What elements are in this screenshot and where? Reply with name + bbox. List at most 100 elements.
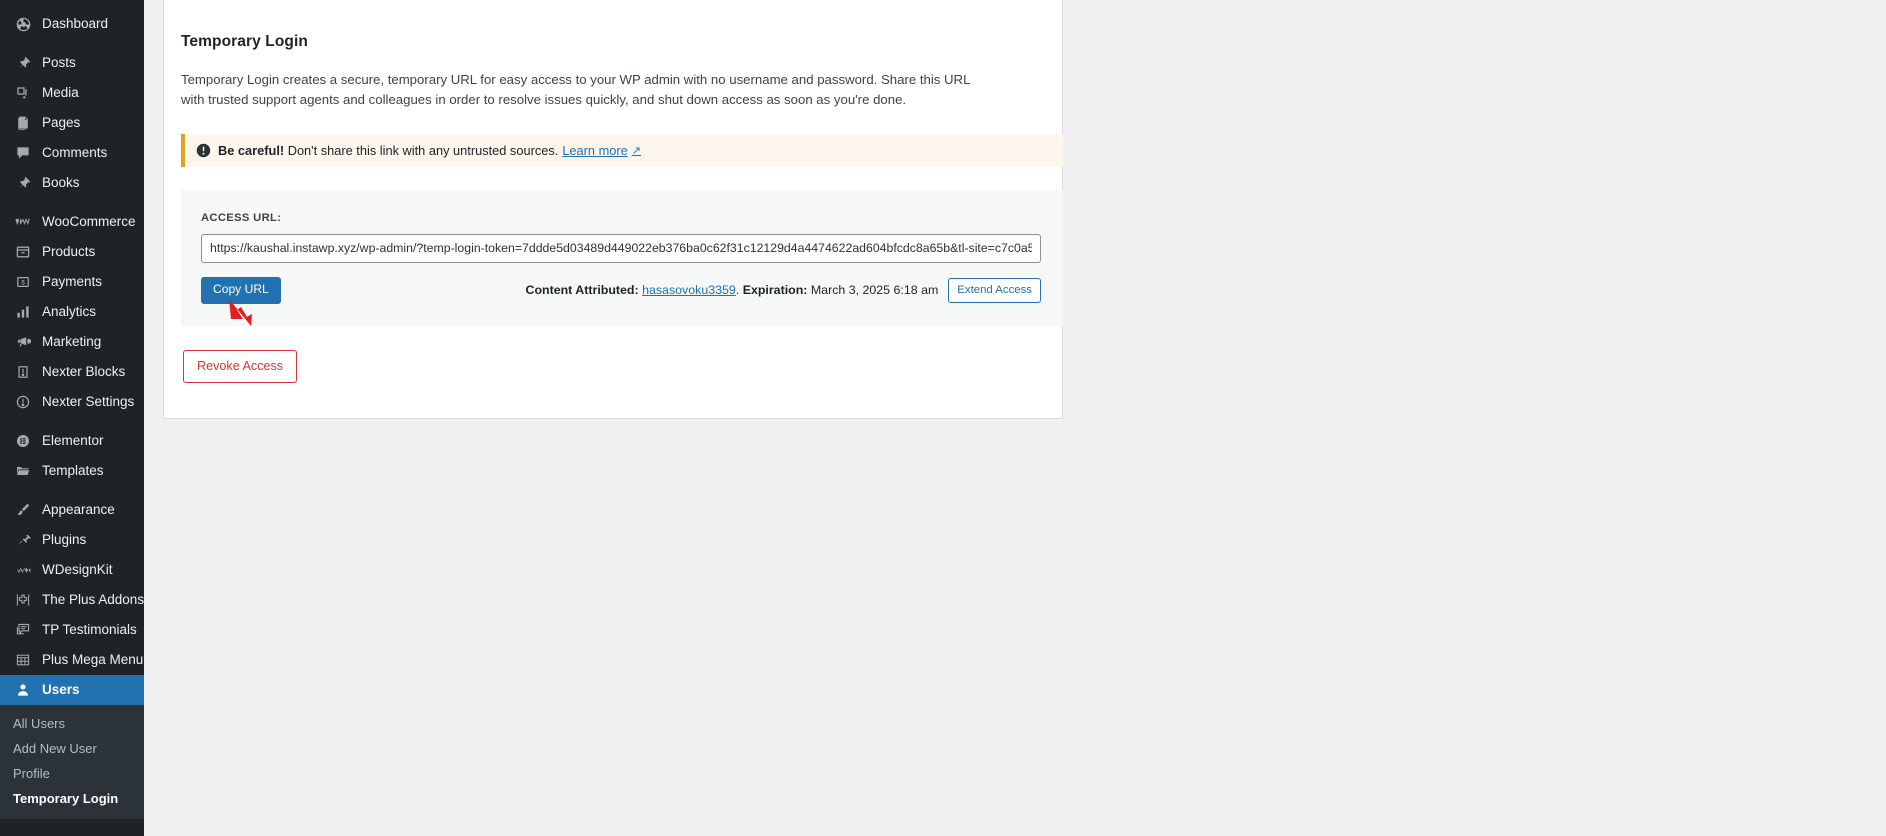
sidebar-item-the-plus-addons[interactable]: The Plus Addons [0,585,144,615]
sidebar-item-templates[interactable]: Templates [0,456,144,486]
folder-icon [13,461,33,481]
sidebar-item-label: Pages [42,116,80,130]
copy-url-button[interactable]: Copy URL [201,277,281,304]
temporary-login-card: Temporary Login Temporary Login creates … [163,0,1063,419]
submenu-item-add-new-user[interactable]: Add New User [0,736,144,761]
sidebar-item-label: Elementor [42,434,104,448]
sidebar-item-label: Books [42,176,80,190]
sidebar-group-site: Appearance Plugins WDesignKit The Plus A… [0,495,144,705]
access-actions-row: Copy URL Content Attributed: hasasovoku3… [201,277,1041,304]
pages-icon [13,113,33,133]
menu-separator [0,198,144,207]
page-title: Temporary Login [164,0,1062,51]
access-url-panel: ACCESS URL: Copy URL Content Attributed:… [181,190,1063,326]
nexter-settings-icon [13,392,33,412]
sidebar-item-label: Comments [42,146,107,160]
sidebar-item-users[interactable]: Users [0,675,144,705]
admin-content-area: Temporary Login Temporary Login creates … [144,0,1886,836]
media-icon [13,83,33,103]
sidebar-item-products[interactable]: Products [0,237,144,267]
sidebar-item-label: Dashboard [42,17,108,31]
menu-spacer [0,0,144,9]
extend-access-button[interactable]: Extend Access [948,278,1041,303]
mega-menu-icon [13,650,33,670]
elementor-icon [13,431,33,451]
sidebar-item-woocommerce[interactable]: WooCommerce [0,207,144,237]
sidebar-item-pages[interactable]: Pages [0,108,144,138]
sidebar-item-label: Media [42,86,79,100]
sidebar-item-posts[interactable]: Posts [0,48,144,78]
pin-icon [13,173,33,193]
access-url-input[interactable] [201,234,1041,263]
submenu-item-profile[interactable]: Profile [0,761,144,786]
page-description: Temporary Login creates a secure, tempor… [164,51,1024,111]
notice-text: Don't share this link with any untrusted… [288,143,559,158]
learn-more-link[interactable]: Learn more [562,143,627,158]
sidebar-item-dashboard[interactable]: Dashboard [0,9,144,39]
sidebar-item-label: Products [42,245,95,259]
sidebar-item-payments[interactable]: $ Payments [0,267,144,297]
sidebar-item-label: Templates [42,464,104,478]
revoke-access-button[interactable]: Revoke Access [183,350,297,383]
dashboard-icon [13,14,33,34]
sidebar-item-analytics[interactable]: Analytics [0,297,144,327]
svg-text:$: $ [21,279,25,286]
meta-separator: . [736,283,739,297]
submenu-item-temporary-login[interactable]: Temporary Login [0,786,144,811]
testimonials-icon [13,620,33,640]
analytics-icon [13,302,33,322]
sidebar-item-label: Plugins [42,533,86,547]
warning-notice: Be careful! Don't share this link with a… [181,134,1063,167]
payments-icon: $ [13,272,33,292]
sidebar-item-nexter-settings[interactable]: Nexter Settings [0,387,144,417]
sidebar-item-label: Plus Mega Menu [42,653,143,667]
sidebar-item-marketing[interactable]: Marketing [0,327,144,357]
sidebar-item-label: WooCommerce [42,215,136,229]
sidebar-item-label: Nexter Blocks [42,365,125,379]
woocommerce-icon [13,212,33,232]
content-attributed-label: Content Attributed: [526,283,639,297]
sidebar-item-books[interactable]: Books [0,168,144,198]
sidebar-item-comments[interactable]: Comments [0,138,144,168]
sidebar-group-commerce: WooCommerce Products $ Payments Analytic… [0,207,144,417]
sidebar-item-label: WDesignKit [42,563,113,577]
access-meta: Content Attributed: hasasovoku3359. Expi… [526,278,1041,303]
brush-icon [13,500,33,520]
sidebar-group-builder: Elementor Templates [0,426,144,486]
nexter-blocks-icon [13,362,33,382]
megaphone-icon [13,332,33,352]
sidebar-item-nexter-blocks[interactable]: Nexter Blocks [0,357,144,387]
warning-icon [196,143,211,158]
sidebar-group-content: Posts Media Pages Comments Books [0,48,144,198]
sidebar-item-appearance[interactable]: Appearance [0,495,144,525]
sidebar-item-elementor[interactable]: Elementor [0,426,144,456]
sidebar-item-label: Posts [42,56,76,70]
external-link-icon[interactable]: ↗ [632,144,641,157]
access-url-label: ACCESS URL: [201,212,1043,224]
sidebar-item-label: Payments [42,275,102,289]
user-icon [13,680,33,700]
products-icon [13,242,33,262]
sidebar-item-label: The Plus Addons [42,593,144,607]
menu-separator [0,417,144,426]
menu-separator [0,39,144,48]
plug-icon [13,530,33,550]
revoke-section: Revoke Access [164,326,1062,418]
expiration-label: Expiration: [743,283,808,297]
sidebar-item-plus-mega-menu[interactable]: Plus Mega Menu [0,645,144,675]
sidebar-item-media[interactable]: Media [0,78,144,108]
sidebar-item-label: Users [42,683,80,697]
sidebar-item-wdesignkit[interactable]: WDesignKit [0,555,144,585]
sidebar-item-tp-testimonials[interactable]: TP Testimonials [0,615,144,645]
submenu-item-all-users[interactable]: All Users [0,711,144,736]
sidebar-item-label: Analytics [42,305,96,319]
menu-separator [0,486,144,495]
comments-icon [13,143,33,163]
wdesignkit-icon [13,560,33,580]
admin-sidebar: Dashboard Posts Media Pages Co [0,0,144,836]
sidebar-item-plugins[interactable]: Plugins [0,525,144,555]
pin-icon [13,53,33,73]
sidebar-item-label: Appearance [42,503,115,517]
attributed-user-link[interactable]: hasasovoku3359 [642,283,736,297]
sidebar-group-dashboard: Dashboard [0,9,144,39]
